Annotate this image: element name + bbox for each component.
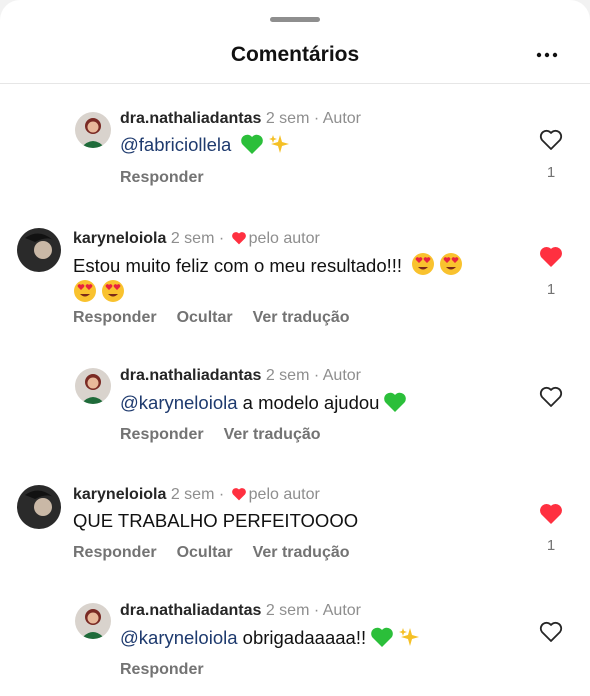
comment-actions: Responder [120, 169, 224, 187]
heart-eyes-icon [440, 253, 463, 275]
reply-button[interactable]: Responder [73, 309, 157, 326]
comment-body: a modelo ajudou [242, 392, 380, 413]
like-count: 1 [546, 281, 556, 298]
comments-sheet: Comentários dra.nathaliadantas 2 sem · A… [0, 0, 590, 696]
see-translation-button[interactable]: Ver tradução [224, 426, 321, 443]
avatar[interactable] [75, 368, 111, 404]
heart-filled-icon[interactable] [539, 502, 563, 526]
comment-actions: Responder Ver tradução [120, 426, 341, 444]
drag-handle[interactable] [270, 17, 320, 22]
heart-outline-icon[interactable] [539, 128, 563, 152]
more-horizontal-icon[interactable] [535, 50, 559, 60]
reply-button[interactable]: Responder [120, 169, 204, 186]
author-tag: · Autor [313, 110, 361, 127]
avatar[interactable] [75, 603, 111, 639]
liked-by-author-label: pelo autor [248, 486, 320, 503]
liked-by-author-label: pelo autor [248, 230, 320, 247]
comment-actions: Responder [120, 661, 224, 679]
comment-text: QUE TRABALHO PERFEITOOOO [73, 508, 358, 534]
hide-button[interactable]: Ocultar [177, 544, 233, 561]
see-translation-button[interactable]: Ver tradução [253, 309, 350, 326]
mention-link[interactable]: @karyneloiola [120, 392, 238, 413]
heart-eyes-icon [412, 253, 435, 275]
heart-outline-icon[interactable] [539, 620, 563, 644]
timestamp: 2 sem [265, 602, 310, 619]
sparkles-icon [269, 135, 290, 153]
green-heart-icon [371, 627, 393, 647]
comment-text: @karyneloiola a modelo ajudou [120, 390, 407, 416]
avatar[interactable] [17, 485, 61, 529]
sparkles-icon [399, 628, 420, 646]
mention-link[interactable]: @karyneloiola [120, 627, 238, 648]
comment-text: @fabriciollela [120, 132, 290, 158]
reply-button[interactable]: Responder [120, 426, 204, 443]
separator: · [218, 486, 229, 503]
timestamp: 2 sem [265, 110, 310, 127]
username[interactable]: karyneloiola [73, 230, 166, 247]
heart-eyes-icon [102, 280, 124, 302]
sheet-header: Comentários [0, 40, 590, 70]
avatar[interactable] [17, 228, 61, 272]
comment-body: Estou muito feliz com o meu resultado!!! [73, 255, 403, 276]
avatar[interactable] [75, 112, 111, 148]
page-title: Comentários [230, 43, 360, 66]
green-heart-icon [241, 134, 264, 154]
author-tag: · Autor [313, 367, 361, 384]
heart-filled-icon[interactable] [539, 245, 563, 269]
timestamp: 2 sem [170, 486, 215, 503]
hide-button[interactable]: Ocultar [177, 309, 233, 326]
comment-body: obrigadaaaaa!! [242, 627, 367, 648]
comment-meta: dra.nathaliadantas 2 sem · Autor [120, 366, 361, 386]
timestamp: 2 sem [170, 230, 215, 247]
comment-actions: Responder Ocultar Ver tradução [73, 309, 370, 327]
username[interactable]: karyneloiola [73, 486, 166, 503]
header-divider [0, 83, 590, 84]
see-translation-button[interactable]: Ver tradução [253, 544, 350, 561]
author-tag: · Autor [313, 602, 361, 619]
green-heart-icon [384, 392, 407, 412]
comment-body: QUE TRABALHO PERFEITOOOO [73, 510, 359, 531]
username[interactable]: dra.nathaliadantas [120, 110, 261, 127]
liked-by-author-heart-icon [231, 232, 246, 245]
comment-meta: dra.nathaliadantas 2 sem · Autor [120, 109, 361, 129]
mention-link[interactable]: @fabriciollela [120, 134, 231, 155]
comment-meta: dra.nathaliadantas 2 sem · Autor [120, 601, 361, 621]
comment-text: @karyneloiola obrigadaaaaa!! [120, 625, 420, 651]
separator: · [218, 230, 229, 247]
like-count: 1 [546, 164, 556, 181]
liked-by-author-heart-icon [231, 488, 246, 501]
reply-button[interactable]: Responder [73, 544, 157, 561]
heart-eyes-icon [74, 280, 96, 302]
comment-meta: karyneloiola 2 sem · pelo autor [73, 485, 320, 505]
username[interactable]: dra.nathaliadantas [120, 367, 261, 384]
timestamp: 2 sem [265, 367, 310, 384]
comment-meta: karyneloiola 2 sem · pelo autor [73, 229, 320, 249]
reply-button[interactable]: Responder [120, 661, 204, 678]
comment-actions: Responder Ocultar Ver tradução [73, 544, 370, 562]
comment-text: Estou muito feliz com o meu resultado!!! [73, 252, 513, 306]
like-count: 1 [546, 537, 556, 554]
heart-outline-icon[interactable] [539, 385, 563, 409]
username[interactable]: dra.nathaliadantas [120, 602, 261, 619]
